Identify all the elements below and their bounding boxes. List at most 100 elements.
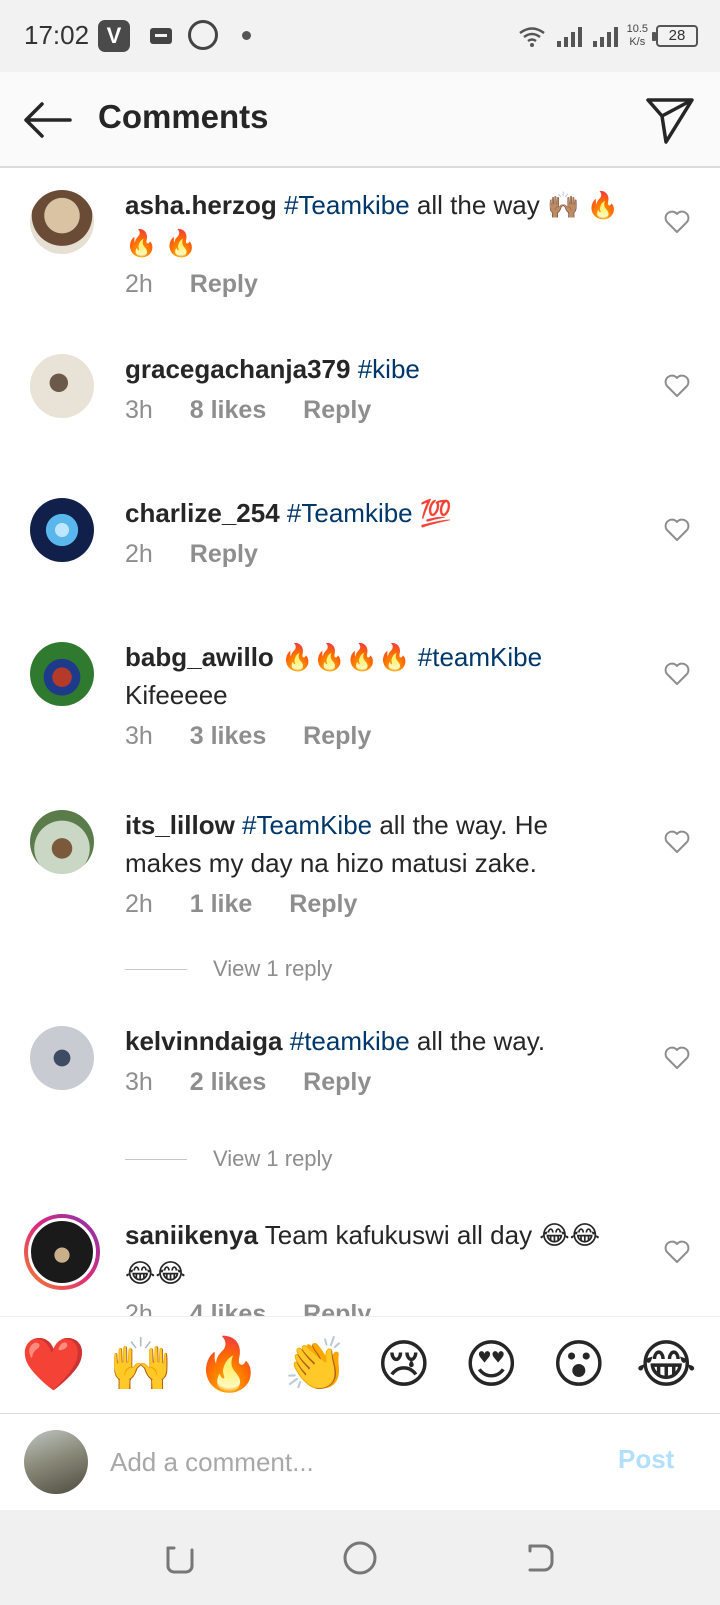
heart-icon[interactable] [664,210,690,234]
comment-username[interactable]: gracegachanja379 [125,354,350,384]
back-icon[interactable] [520,1538,560,1578]
signal-icon [592,27,618,47]
system-nav-bar [0,1510,720,1605]
heart-icon[interactable] [664,662,690,686]
comment-likes[interactable]: 2 likes [190,1068,266,1096]
comment-text: charlize_254 #Teamkibe 💯 [125,494,625,532]
status-indicators: 10.5 K/s 28 [517,18,698,54]
comment-item: babg_awillo 🔥🔥🔥🔥 #teamKibe Kifeeeee 3h 3… [0,638,720,768]
comment-meta: 3h 2 likes Reply [125,1068,401,1097]
comment-content: 💯 [412,498,453,528]
comment-hashtag[interactable]: #Teamkibe [284,190,410,220]
battery-icon: 28 [652,25,698,47]
comment-meta: 3h 3 likes Reply [125,722,401,751]
comment-meta: 2h 4 likes Reply [125,1300,401,1316]
comment-hashtag[interactable]: #kibe [358,354,420,384]
avatar-with-story-ring[interactable] [24,1214,100,1290]
arrow-left-icon[interactable] [20,98,72,142]
status-bar: 17:02 V 10.5 K/s 28 [0,0,720,72]
comment-meta: 3h 8 likes Reply [125,396,401,425]
comment-text: its_lillow #TeamKibe all the way. He mak… [125,806,625,882]
heart-icon[interactable] [664,1240,690,1264]
comment-item: asha.herzog #Teamkibe all the way 🙌🏽 🔥 🔥… [0,186,720,326]
comment-likes[interactable]: 1 like [190,890,253,918]
reply-button[interactable]: Reply [303,1068,371,1096]
reply-button[interactable]: Reply [289,890,357,918]
comment-hashtag[interactable]: #teamkibe [290,1026,410,1056]
comment-hashtag[interactable]: #Teamkibe [287,498,413,528]
comment-content-prefix: 🔥🔥🔥🔥 [273,642,411,672]
comment-username[interactable]: saniikenya [125,1220,258,1250]
home-icon[interactable] [340,1538,380,1578]
heart-icon[interactable] [664,1046,690,1070]
comments-list[interactable]: asha.herzog #Teamkibe all the way 🙌🏽 🔥 🔥… [0,170,720,1316]
heart-icon[interactable] [664,374,690,398]
comment-likes[interactable]: 4 likes [190,1300,266,1316]
comment-time: 3h [125,1068,153,1096]
comment-meta: 2h Reply [125,540,288,569]
reply-button[interactable]: Reply [303,1300,371,1316]
comment-content: all the way. [409,1026,546,1056]
status-time: 17:02 [24,20,90,50]
comment-content: Kifeeeee [125,680,228,710]
view-replies-button[interactable]: View 1 reply [125,954,332,984]
raising-hands-emoji-button[interactable]: 🙌 [106,1330,176,1400]
comment-username[interactable]: charlize_254 [125,498,280,528]
view-replies-label: View 1 reply [213,1146,333,1171]
divider [125,968,187,970]
paper-plane-icon[interactable] [644,94,696,146]
message-icon [150,28,172,44]
view-replies-label: View 1 reply [213,956,333,981]
reply-button[interactable]: Reply [190,270,258,298]
avatar [24,1430,88,1494]
comment-username[interactable]: babg_awillo [125,642,274,672]
comment-text: babg_awillo 🔥🔥🔥🔥 #teamKibe Kifeeeee [125,638,625,714]
comment-text: kelvinndaiga #teamkibe all the way. [125,1022,625,1060]
laughing-emoji-button[interactable]: 😂 [631,1330,701,1400]
reply-button[interactable]: Reply [303,722,371,750]
vapp-icon: V [98,20,130,52]
avatar[interactable] [30,498,94,562]
notification-dot-icon [242,31,251,40]
comment-meta: 2h 1 like Reply [125,890,387,919]
crying-emoji-button[interactable]: 😢 [369,1330,439,1400]
comment-time: 2h [125,1300,153,1316]
comment-likes[interactable]: 8 likes [190,396,266,424]
view-replies-button[interactable]: View 1 reply [125,1144,332,1174]
avatar[interactable] [30,642,94,706]
heart-emoji-button[interactable]: ❤️ [19,1330,89,1400]
avatar[interactable] [30,810,94,874]
comment-hashtag[interactable]: #teamKibe [418,642,542,672]
comment-item: kelvinndaiga #teamkibe all the way. 3h 2… [0,1022,720,1192]
comment-input[interactable] [110,1442,580,1482]
heart-eyes-emoji-button[interactable]: 😍 [456,1330,526,1400]
comment-item: charlize_254 #Teamkibe 💯 2h Reply [0,494,720,594]
avatar[interactable] [30,354,94,418]
post-button[interactable]: Post [618,1444,674,1475]
comment-text: asha.herzog #Teamkibe all the way 🙌🏽 🔥 🔥… [125,186,625,262]
comment-hashtag[interactable]: #TeamKibe [242,810,372,840]
comment-username[interactable]: kelvinndaiga [125,1026,283,1056]
heart-icon[interactable] [664,518,690,542]
heart-icon[interactable] [664,830,690,854]
comment-text: gracegachanja379 #kibe [125,350,625,388]
comment-time: 2h [125,270,153,298]
avatar[interactable] [30,190,94,254]
comment-meta: 2h Reply [125,270,288,299]
reply-button[interactable]: Reply [303,396,371,424]
reply-button[interactable]: Reply [190,540,258,568]
comment-item: gracegachanja379 #kibe 3h 8 likes Reply [0,350,720,450]
avatar[interactable] [30,1026,94,1090]
fire-emoji-button[interactable]: 🔥 [194,1330,264,1400]
surprised-emoji-button[interactable]: 😮 [544,1330,614,1400]
comment-likes[interactable]: 3 likes [190,722,266,750]
emoji-reaction-bar: ❤️ 🙌 🔥 👏 😢 😍 😮 😂 [0,1316,720,1414]
comment-username[interactable]: its_lillow [125,810,235,840]
comment-username[interactable]: asha.herzog [125,190,277,220]
clapping-emoji-button[interactable]: 👏 [281,1330,351,1400]
network-speed: 10.5 K/s [626,23,648,48]
comments-header: Comments [0,72,720,168]
signal-icon [556,27,582,47]
comment-time: 3h [125,396,153,424]
recent-apps-icon[interactable] [160,1538,200,1578]
